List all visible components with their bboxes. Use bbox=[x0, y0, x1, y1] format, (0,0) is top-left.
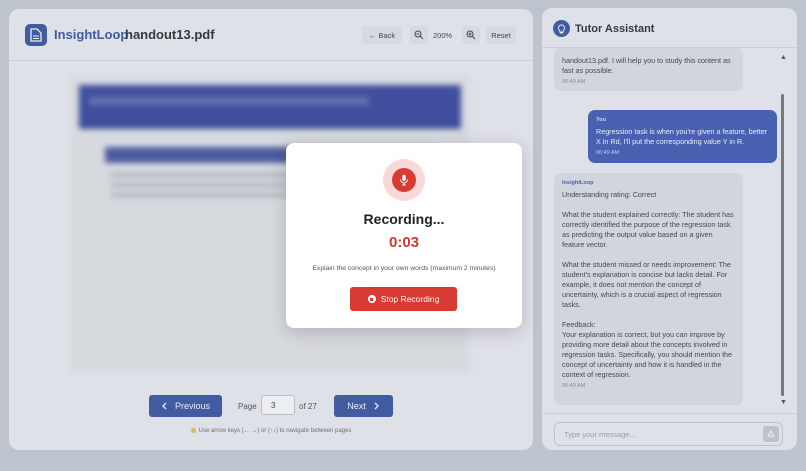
recording-instructions: Explain the concept in your own words (m… bbox=[312, 265, 496, 272]
stop-recording-button[interactable]: Stop Recording bbox=[350, 287, 457, 311]
recording-modal: Recording... 0:03 Explain the concept in… bbox=[286, 143, 522, 328]
recording-title: Recording... bbox=[363, 211, 445, 227]
stop-icon bbox=[367, 295, 376, 303]
stop-recording-label: Stop Recording bbox=[380, 294, 440, 304]
microphone-indicator bbox=[383, 159, 425, 201]
microphone-icon bbox=[392, 168, 416, 192]
recording-timer: 0:03 bbox=[388, 234, 420, 251]
